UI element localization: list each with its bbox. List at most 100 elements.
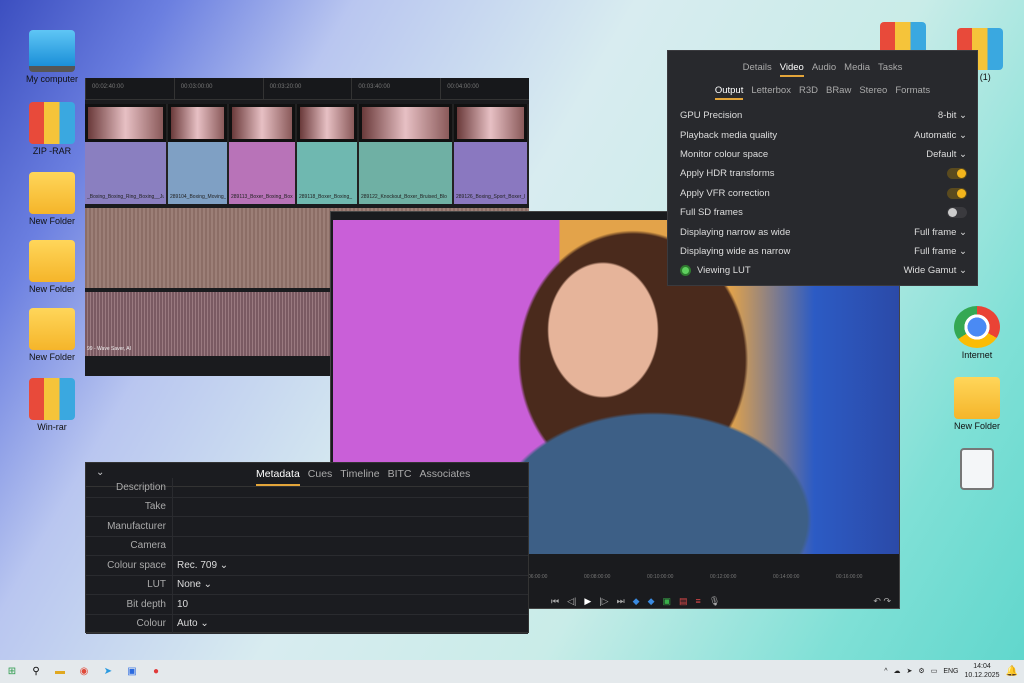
dropdown[interactable]: 8-bit ⌄ [938, 110, 967, 121]
dropdown[interactable]: Automatic ⌄ [914, 130, 967, 141]
folder-icon [954, 377, 1000, 419]
go-to-end-icon[interactable]: ⏭ [617, 596, 625, 607]
dropdown-value: Default [926, 148, 957, 160]
toggle-switch[interactable] [947, 168, 967, 180]
field-value[interactable]: 10 [172, 595, 188, 614]
setting-label: GPU Precision [680, 110, 743, 122]
tab-metadata[interactable]: Metadata [256, 468, 300, 486]
field-value[interactable] [172, 536, 177, 555]
mark-out-icon[interactable]: ◆ [648, 596, 655, 607]
desktop-icon-internet[interactable]: Internet [942, 306, 1012, 360]
icon-label: Win-rar [37, 422, 67, 432]
file-explorer-icon[interactable]: ▬ [48, 666, 72, 677]
tab-tasks[interactable]: Tasks [878, 62, 902, 77]
play-icon[interactable]: ▶ [584, 596, 591, 607]
photoshop-icon[interactable]: ▣ [120, 666, 144, 677]
toggle-switch[interactable] [947, 187, 967, 199]
setting-full-sd-frames: Full SD frames [668, 203, 977, 222]
clip[interactable]: _Boxing_Boxing_Ring_Boxing__Jud [85, 104, 168, 204]
ruler-tick: 00:04:00:00 [440, 78, 529, 99]
app-icon[interactable]: ● [144, 666, 168, 677]
redo-icon[interactable]: ↷ [883, 596, 891, 606]
tab-video[interactable]: Video [779, 62, 804, 77]
clip[interactable]: 289104_Boxing_Moving_ [168, 104, 229, 204]
clip-thumbnail [454, 104, 527, 142]
transport-controls: ⏮ ◁| ▶ |▷ ⏭ ◆ ◆ ▣ ▤ ≡ 🎙 [551, 596, 720, 607]
clip[interactable]: 289113_Boxer_Boxing_Box [229, 104, 297, 204]
system-tray: ^ ☁ ➤ ⚙ ▭ ENG 14:04 10.12.2025 🔔 [884, 662, 1018, 680]
network-icon[interactable]: ☁ [894, 667, 901, 675]
desktop-icon-my-computer[interactable]: My computer [17, 30, 87, 84]
setting-label: Displaying wide as narrow [680, 245, 791, 257]
dropdown[interactable]: Default ⌄ [926, 149, 967, 160]
audio-clip-name: 99 - Wave Saver, AI [87, 346, 132, 352]
desktop-icon-folder[interactable]: New Folder [942, 377, 1012, 431]
settings-icon[interactable]: ⚙ [918, 667, 924, 675]
mark-in-icon[interactable]: ◆ [633, 596, 640, 607]
desktop-icon-folder[interactable]: New Folder [17, 308, 87, 362]
tab-cues[interactable]: Cues [308, 468, 333, 486]
subtab-braw[interactable]: BRaw [826, 85, 851, 100]
desktop-icon-folder[interactable]: New Folder [17, 172, 87, 226]
colour-space-dropdown[interactable]: Rec. 709 ⌄ [172, 556, 228, 575]
clip[interactable]: 289126_Boxing_Sport_Boxer_F [454, 104, 529, 204]
telegram-icon[interactable]: ➤ [96, 666, 120, 677]
tab-media[interactable]: Media [844, 62, 870, 77]
clip[interactable]: 289122_Knockout_Boxer_Bruised_Blo [359, 104, 454, 204]
subtab-letterbox[interactable]: Letterbox [751, 85, 791, 100]
radio-checked-icon[interactable] [680, 265, 691, 277]
desktop-icon-winrar[interactable]: Win-rar [17, 378, 87, 432]
colour-dropdown[interactable]: Auto ⌄ [172, 614, 209, 633]
chrome-icon[interactable]: ◉ [72, 666, 96, 677]
icon-label: Internet [961, 350, 993, 360]
monitor-icon[interactable]: ▭ [931, 667, 938, 675]
toggle-switch[interactable] [947, 207, 967, 219]
language-indicator[interactable]: ENG [943, 668, 958, 675]
tab-bitc[interactable]: BITC [388, 468, 412, 486]
tab-audio[interactable]: Audio [812, 62, 836, 77]
timeline-ruler[interactable]: 00:02:40:00 00:03:00:00 00:03:20:00 00:03:4… [85, 78, 529, 100]
dropdown[interactable]: Wide Gamut ⌄ [904, 265, 967, 276]
subtab-formats[interactable]: Formats [895, 85, 930, 100]
desktop-icon-zip-rar[interactable]: ZIP -RAR [17, 102, 87, 156]
undo-icon[interactable]: ↶ [873, 596, 881, 606]
collapse-chevron-icon[interactable]: ⌄ [96, 467, 104, 478]
computer-icon [29, 30, 75, 72]
ruler-tick: 00:03:20:00 [262, 78, 352, 99]
ruler-tick: 00:14:00:00 [773, 574, 800, 580]
clip[interactable]: 289118_Boxer_Boxing_ [297, 104, 359, 204]
icon-label: ZIP -RAR [32, 146, 72, 156]
desktop-icon-trash[interactable] [942, 448, 1012, 492]
search-icon[interactable]: ⚲ [24, 666, 48, 677]
dropdown[interactable]: Full frame ⌄ [914, 227, 967, 238]
overwrite-icon[interactable]: ≡ [696, 596, 701, 607]
step-forward-icon[interactable]: |▷ [599, 596, 608, 607]
field-value[interactable] [172, 478, 177, 497]
field-value[interactable] [172, 517, 177, 536]
go-to-start-icon[interactable]: ⏮ [551, 596, 559, 607]
dropdown-value: Full frame [914, 245, 957, 257]
notification-bell-icon[interactable]: 🔔 [1006, 666, 1018, 677]
setting-label: Viewing LUT [697, 265, 751, 277]
subtab-output[interactable]: Output [714, 85, 744, 100]
dropdown-value: Wide Gamut [903, 265, 957, 277]
tab-timeline[interactable]: Timeline [340, 468, 379, 486]
chevron-up-icon[interactable]: ^ [884, 668, 887, 675]
snapshot-icon[interactable]: ▣ [663, 596, 672, 607]
desktop-icon-folder[interactable]: New Folder [17, 240, 87, 294]
lut-dropdown[interactable]: None ⌄ [172, 575, 212, 594]
subtab-r3d[interactable]: R3D [799, 85, 818, 100]
microphone-icon[interactable]: 🎙 [709, 596, 720, 607]
clip-name: _Boxing_Boxing_Ring_Boxing__Jud [87, 194, 164, 200]
tab-details[interactable]: Details [743, 62, 772, 77]
insert-icon[interactable]: ▤ [679, 596, 688, 607]
dropdown[interactable]: Full frame ⌄ [914, 246, 967, 257]
telegram-tray-icon[interactable]: ➤ [907, 667, 913, 675]
clock[interactable]: 14:04 10.12.2025 [965, 662, 1000, 680]
field-value[interactable] [172, 497, 177, 516]
step-back-icon[interactable]: ◁| [567, 596, 576, 607]
tab-associates[interactable]: Associates [420, 468, 471, 486]
subtab-stereo[interactable]: Stereo [859, 85, 887, 100]
start-icon[interactable]: ⊞ [0, 666, 24, 677]
taskbar: ⊞ ⚲ ▬ ◉ ➤ ▣ ● ^ ☁ ➤ ⚙ ▭ ENG 14:04 10.12.2… [0, 660, 1024, 683]
